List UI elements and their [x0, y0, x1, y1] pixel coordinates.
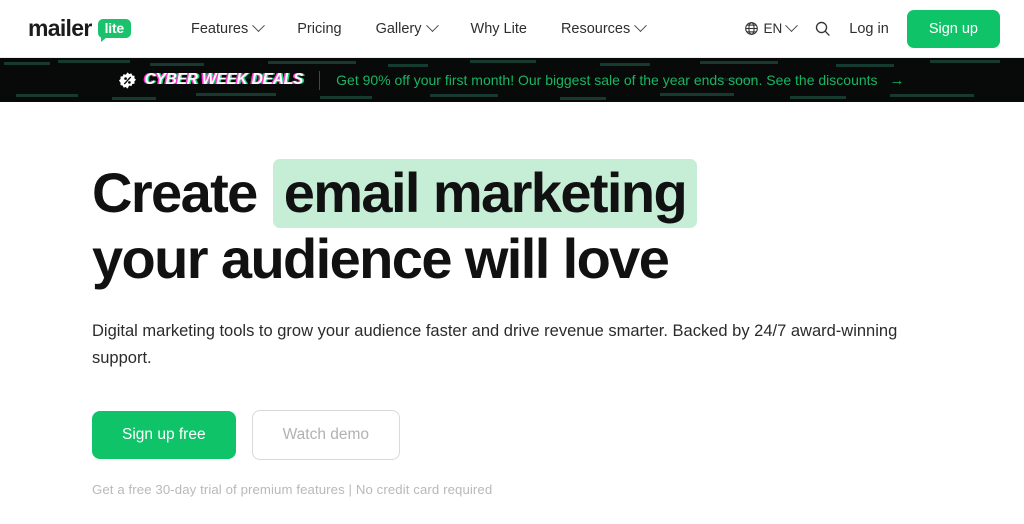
site-header: mailer lite Features Pricing Gallery Why… [0, 0, 1024, 58]
headline-part-two: your audience will love [92, 227, 668, 290]
nav-label: Features [191, 21, 248, 37]
hero-section: Create email marketing your audience wil… [0, 102, 1024, 524]
hero-subtitle: Digital marketing tools to grow your aud… [92, 318, 907, 371]
deal-label: CYBER WEEK DEALS [144, 71, 303, 89]
language-selector[interactable]: EN [744, 21, 797, 36]
nav-item-why-lite[interactable]: Why Lite [471, 21, 527, 37]
nav-label: Gallery [376, 21, 422, 37]
hero-cta-row: Sign up free Watch demo [92, 410, 1024, 460]
hero-fineprint: Get a free 30-day trial of premium featu… [92, 482, 1024, 497]
chevron-down-icon [634, 19, 647, 32]
signup-button[interactable]: Sign up [907, 10, 1000, 48]
banner-divider [319, 71, 320, 90]
nav-item-gallery[interactable]: Gallery [376, 21, 437, 37]
search-icon[interactable] [814, 20, 831, 37]
banner-message-text: Get 90% off your first month! Our bigges… [336, 72, 877, 88]
nav-item-pricing[interactable]: Pricing [297, 21, 341, 37]
percent-burst-icon [119, 72, 136, 89]
signup-free-button[interactable]: Sign up free [92, 411, 236, 459]
chevron-down-icon [252, 19, 265, 32]
headline-highlight: email marketing [273, 159, 697, 228]
globe-icon [744, 21, 759, 36]
promo-banner[interactable]: CYBER WEEK DEALS Get 90% off your first … [0, 58, 1024, 102]
login-link[interactable]: Log in [849, 21, 889, 37]
mailerlite-logo[interactable]: mailer lite [28, 17, 131, 40]
logo-lite-badge: lite [98, 19, 131, 39]
page-title: Create email marketing your audience wil… [92, 160, 852, 292]
header-actions: EN Log in Sign up [744, 10, 1000, 48]
nav-item-features[interactable]: Features [191, 21, 263, 37]
nav-label: Resources [561, 21, 630, 37]
logo-wordmark: mailer [28, 17, 92, 40]
nav-label: Pricing [297, 21, 341, 37]
watch-demo-button[interactable]: Watch demo [252, 410, 400, 460]
banner-message-link[interactable]: Get 90% off your first month! Our bigges… [336, 72, 904, 89]
primary-nav: Features Pricing Gallery Why Lite Resour… [191, 21, 645, 37]
nav-item-resources[interactable]: Resources [561, 21, 645, 37]
deal-tag: CYBER WEEK DEALS [119, 71, 303, 89]
nav-label: Why Lite [471, 21, 527, 37]
arrow-right-icon: → [890, 72, 905, 89]
language-code: EN [764, 21, 783, 36]
headline-part-one: Create [92, 161, 257, 224]
chevron-down-icon [785, 19, 798, 32]
chevron-down-icon [426, 19, 439, 32]
